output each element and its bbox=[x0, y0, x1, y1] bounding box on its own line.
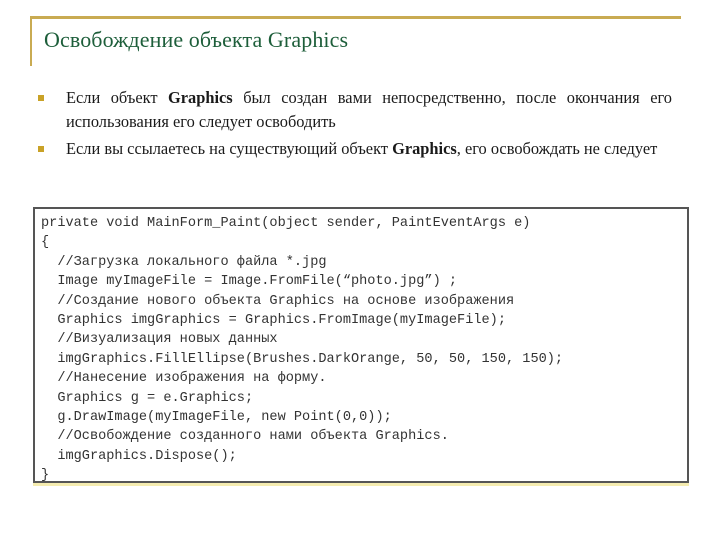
title-left-rule bbox=[30, 16, 32, 66]
code-line: //Загрузка локального файла *.jpg bbox=[41, 254, 327, 270]
code-line: //Визуализация новых данных bbox=[41, 332, 278, 348]
code-line: Graphics g = e.Graphics; bbox=[41, 390, 254, 406]
slide-title: Освобождение объекта Graphics bbox=[44, 27, 349, 52]
code-line: Image myImageFile = Image.FromFile(“phot… bbox=[41, 274, 458, 290]
bullet-text-after: , его освобождать не следует bbox=[456, 139, 658, 158]
bullet-list: Если объект Graphics был создан вами неп… bbox=[38, 86, 672, 165]
code-line: //Освобождение созданного нами объекта G… bbox=[41, 429, 449, 445]
bullet-item: Если вы ссылаетесь на существующий объек… bbox=[38, 137, 672, 161]
bullet-text-bold: Graphics bbox=[392, 139, 457, 158]
bullet-text-bold: Graphics bbox=[168, 88, 233, 107]
code-listing: private void MainForm_Paint(object sende… bbox=[35, 209, 687, 486]
code-line: { bbox=[41, 235, 50, 251]
code-line: } bbox=[41, 468, 50, 484]
square-bullet-icon bbox=[38, 146, 44, 152]
code-block: private void MainForm_Paint(object sende… bbox=[33, 207, 689, 483]
code-line: imgGraphics.Dispose(); bbox=[41, 448, 237, 464]
bullet-text-before: Если объект bbox=[66, 88, 169, 107]
square-bullet-icon bbox=[38, 95, 44, 101]
bullet-text-before: Если вы ссылаетесь на существующий объек… bbox=[66, 139, 393, 158]
code-line: private void MainForm_Paint(object sende… bbox=[41, 216, 531, 231]
code-line: Graphics imgGraphics = Graphics.FromImag… bbox=[41, 313, 506, 329]
title-top-rule bbox=[30, 16, 681, 19]
code-line: //Создание нового объекта Graphics на ос… bbox=[41, 293, 515, 309]
code-line: g.DrawImage(myImageFile, new Point(0,0))… bbox=[41, 410, 392, 426]
code-line: //Нанесение изображения на форму. bbox=[41, 371, 327, 387]
code-line: imgGraphics.FillEllipse(Brushes.DarkOran… bbox=[41, 351, 564, 367]
bullet-item: Если объект Graphics был создан вами неп… bbox=[38, 86, 672, 133]
